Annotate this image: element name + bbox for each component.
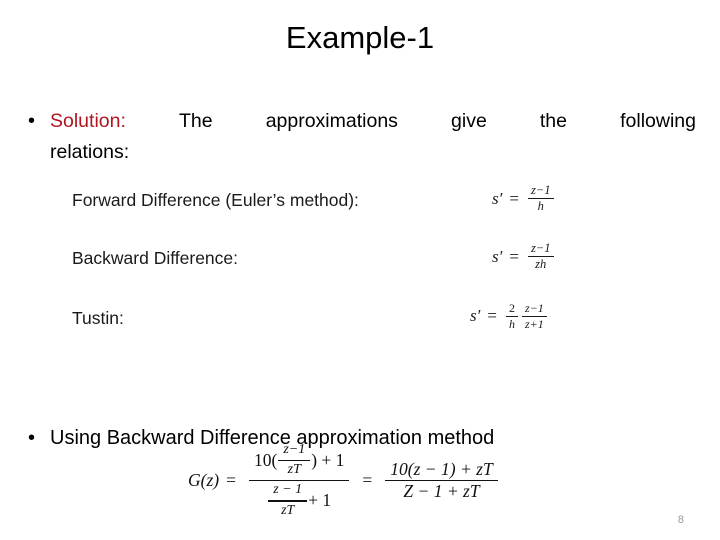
bullet-word-give: give bbox=[451, 110, 487, 132]
eq-lhs: s bbox=[470, 306, 477, 326]
equation-right-denominator: Z − 1 + zT bbox=[403, 481, 480, 502]
eq-lhs: s bbox=[492, 188, 499, 208]
derivation-equation: G(z) = 10( z−1 zT ) + 1 z − 1 zT + 1 = 1… bbox=[188, 441, 504, 520]
inner-denominator: zT bbox=[281, 502, 295, 518]
eq-factor-numerator: 2 bbox=[508, 301, 515, 315]
formula-label-tustin: Tustin: bbox=[72, 308, 124, 328]
equation-right-numerator: 10(z − 1) + zT bbox=[390, 458, 493, 479]
inner-denominator: zT bbox=[287, 462, 301, 478]
eq-lhs: s bbox=[492, 246, 499, 266]
bullet-line-2: relations: bbox=[50, 141, 130, 163]
bullet-word-the-2: the bbox=[539, 110, 567, 132]
formula-row-tustin: Tustin: s ′ = 2 h z−1 z+1 bbox=[72, 302, 628, 346]
inner-numerator: z − 1 bbox=[273, 482, 303, 498]
left-num-inner-fraction: z−1 zT bbox=[278, 442, 311, 479]
bullet-line-1: Solution: The approximations give the fo… bbox=[50, 106, 696, 137]
eq-fraction: z−1 z+1 bbox=[521, 301, 547, 331]
formula-equation-tustin: s ′ = 2 h z−1 z+1 bbox=[470, 302, 549, 330]
bullet-marker-icon: • bbox=[28, 427, 36, 449]
eq-fraction: z−1 h bbox=[527, 183, 554, 214]
equation-right-fraction: 10(z − 1) + zT Z − 1 + zT bbox=[385, 458, 498, 503]
bullet-row: • Solution: The approximations give the … bbox=[28, 106, 696, 168]
eq-equals-sign: = bbox=[487, 306, 497, 326]
equation-equals-2: = bbox=[362, 470, 373, 491]
eq-numerator: z−1 bbox=[530, 241, 551, 255]
fraction-bar bbox=[268, 500, 308, 502]
left-num-suffix: ) + 1 bbox=[311, 449, 345, 470]
eq-factor-denominator: h bbox=[508, 316, 515, 331]
equation-left-fraction: 10( z−1 zT ) + 1 z − 1 zT + 1 bbox=[248, 441, 350, 520]
bullet-word-approximations: approximations bbox=[265, 110, 398, 132]
formula-equation-forward-difference: s ′ = z−1 h bbox=[492, 183, 556, 214]
bullet-text-body: Solution: The approximations give the fo… bbox=[50, 106, 696, 168]
bullet-word-following: following bbox=[620, 110, 696, 132]
eq-denominator: zh bbox=[535, 257, 547, 272]
eq-equals-sign: = bbox=[509, 246, 519, 266]
equation-equals-1: = bbox=[226, 470, 236, 491]
eq-equals-sign: = bbox=[509, 188, 519, 208]
eq-prime-icon: ′ bbox=[476, 306, 481, 326]
formula-row-backward-difference: Backward Difference: s ′ = z−1 zh bbox=[72, 241, 628, 286]
left-den-suffix: + 1 bbox=[308, 490, 332, 511]
page-title: Example-1 bbox=[285, 20, 435, 55]
eq-prime-icon: ′ bbox=[498, 188, 503, 208]
eq-fraction: z−1 zh bbox=[527, 241, 554, 272]
bullet-marker-icon: • bbox=[28, 110, 36, 132]
bullet-word-the: The bbox=[178, 110, 213, 132]
formula-row-forward-difference: Forward Difference (Euler’s method): s ′ … bbox=[72, 183, 628, 228]
formula-equation-backward-difference: s ′ = z−1 zh bbox=[492, 241, 556, 272]
bullet-item-solution: • Solution: The approximations give the … bbox=[28, 106, 696, 168]
left-den-inner-fraction: z − 1 zT bbox=[268, 482, 308, 519]
eq-denominator: z+1 bbox=[524, 316, 544, 331]
eq-numerator: z−1 bbox=[524, 301, 544, 315]
formula-label-backward-difference: Backward Difference: bbox=[72, 248, 239, 268]
eq-prime-icon: ′ bbox=[498, 246, 503, 266]
left-num-prefix: 10( bbox=[253, 449, 278, 470]
formula-label-forward-difference: Forward Difference (Euler’s method): bbox=[72, 190, 359, 210]
page-number: 8 bbox=[677, 514, 684, 526]
inner-numerator: z−1 bbox=[283, 442, 306, 457]
eq-numerator: z−1 bbox=[530, 183, 551, 197]
equation-lhs: G(z) bbox=[188, 470, 220, 491]
equation-left-numerator: 10( z−1 zT ) + 1 bbox=[249, 441, 349, 480]
fraction-bar bbox=[278, 459, 311, 462]
equation-left-denominator: z − 1 zT + 1 bbox=[262, 481, 336, 520]
formula-image-block: Forward Difference (Euler’s method): s ′ … bbox=[72, 183, 628, 348]
solution-keyword: Solution: bbox=[50, 110, 126, 132]
eq-denominator: h bbox=[537, 199, 544, 214]
eq-factor-fraction: 2 h bbox=[505, 301, 518, 331]
